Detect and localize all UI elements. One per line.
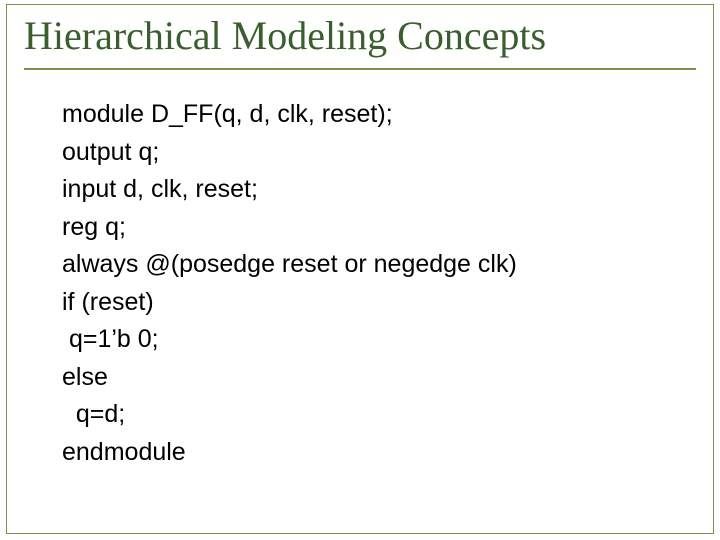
code-line: else [62, 359, 680, 397]
code-line: input d, clk, reset; [62, 171, 680, 209]
slide-title: Hierarchical Modeling Concepts [24, 14, 696, 70]
code-line: module D_FF(q, d, clk, reset); [62, 96, 680, 134]
code-line: reg q; [62, 209, 680, 247]
code-line: if (reset) [62, 284, 680, 322]
code-line: endmodule [62, 434, 680, 472]
title-area: Hierarchical Modeling Concepts [24, 14, 696, 70]
slide: Hierarchical Modeling Concepts module D_… [0, 0, 720, 540]
code-line: q=1’b 0; [62, 321, 680, 359]
code-line: always @(posedge reset or negedge clk) [62, 246, 680, 284]
code-line: output q; [62, 134, 680, 172]
code-line: q=d; [62, 396, 680, 434]
code-block: module D_FF(q, d, clk, reset); output q;… [62, 96, 680, 471]
